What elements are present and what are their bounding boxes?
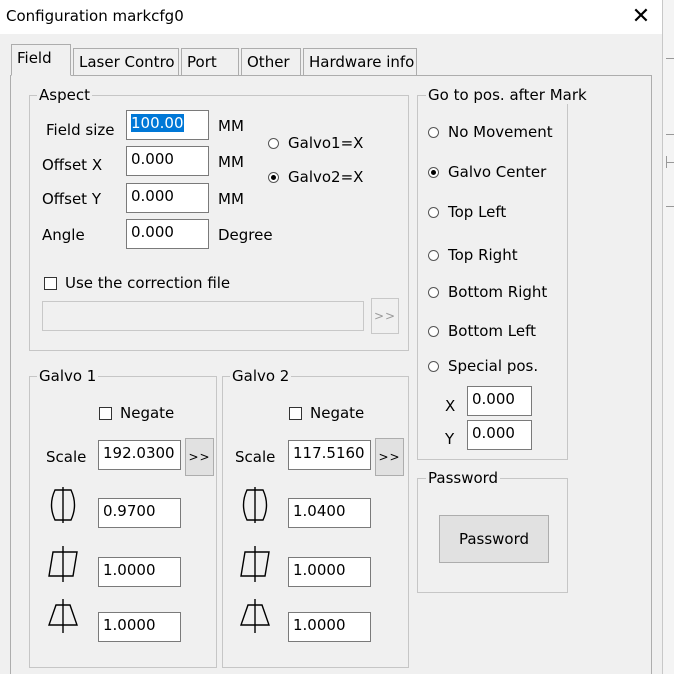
galvo2-negate-label: Negate: [310, 404, 365, 422]
tab-other[interactable]: Other: [241, 48, 301, 76]
galvo1-negate-checkbox[interactable]: [99, 407, 112, 420]
galvo1-trapezoid-x-input[interactable]: 1.0000: [98, 557, 181, 587]
galvo2-trapezoid-y-input[interactable]: 1.0000: [288, 612, 371, 642]
parallelogram-correction-icon: [45, 546, 81, 582]
special-pos-radio[interactable]: [428, 361, 439, 372]
barrel-correction-icon: [237, 487, 273, 523]
special-x-label: X: [445, 397, 456, 415]
bottom-left-label: Bottom Left: [448, 322, 537, 340]
top-right-radio[interactable]: [428, 250, 439, 261]
galvo-center-radio[interactable]: [428, 167, 439, 178]
title-bar: Configuration markcfg0 ✕: [0, 0, 662, 34]
galvo2-x-label: Galvo2=X: [288, 168, 364, 186]
top-left-label: Top Left: [448, 203, 507, 221]
galvo2-x-radio[interactable]: [268, 172, 279, 183]
trapezoid-correction-icon: [45, 599, 81, 635]
galvo1-x-radio[interactable]: [268, 138, 279, 149]
window-title: Configuration markcfg0: [6, 7, 184, 25]
angle-label: Angle: [42, 226, 85, 244]
barrel-correction-icon: [45, 487, 81, 523]
galvo2-group-label: Galvo 2: [230, 367, 292, 385]
correction-file-path-field[interactable]: [42, 301, 364, 331]
field-size-label: Field size: [46, 121, 115, 139]
field-size-unit: MM: [218, 117, 244, 135]
special-y-input[interactable]: 0.000: [467, 420, 532, 450]
tab-hardware-info[interactable]: Hardware info: [303, 48, 417, 76]
bottom-right-radio[interactable]: [428, 287, 439, 298]
angle-input[interactable]: 0.000: [126, 219, 209, 249]
angle-unit: Degree: [218, 226, 273, 244]
galvo1-scale-input[interactable]: 192.0300: [98, 440, 181, 470]
aspect-group-label: Aspect: [37, 86, 92, 104]
offset-x-unit: MM: [218, 153, 244, 171]
password-button[interactable]: Password: [439, 515, 549, 563]
offset-y-input[interactable]: 0.000: [126, 183, 209, 213]
galvo2-scale-label: Scale: [235, 448, 276, 466]
goto-position-group-label: Go to pos. after Mark: [426, 86, 589, 104]
galvo1-x-label: Galvo1=X: [288, 134, 364, 152]
offset-x-input[interactable]: 0.000: [126, 146, 209, 176]
correction-browse-button[interactable]: >>: [371, 298, 399, 334]
parallelogram-correction-icon: [237, 546, 273, 582]
close-button[interactable]: ✕: [624, 2, 658, 32]
field-size-input[interactable]: 100.00: [126, 110, 209, 140]
trapezoid-correction-icon: [237, 599, 273, 635]
tab-port[interactable]: Port: [181, 48, 239, 76]
galvo2-trapezoid-x-input[interactable]: 1.0000: [288, 557, 371, 587]
galvo2-scale-input[interactable]: 117.5160: [288, 440, 371, 470]
tab-field[interactable]: Field: [11, 44, 71, 76]
bottom-left-radio[interactable]: [428, 326, 439, 337]
password-group-label: Password: [426, 469, 501, 487]
top-right-label: Top Right: [448, 246, 518, 264]
no-movement-radio[interactable]: [428, 127, 439, 138]
galvo2-negate-checkbox[interactable]: [289, 407, 302, 420]
galvo1-scale-label: Scale: [46, 448, 87, 466]
top-left-radio[interactable]: [428, 207, 439, 218]
offset-y-label: Offset Y: [42, 190, 101, 208]
special-pos-label: Special pos.: [448, 357, 539, 375]
tab-laser-control[interactable]: Laser Contro: [73, 48, 179, 76]
use-correction-label: Use the correction file: [65, 274, 231, 292]
bottom-right-label: Bottom Right: [448, 283, 548, 301]
use-correction-checkbox[interactable]: [44, 277, 57, 290]
galvo1-negate-label: Negate: [120, 404, 175, 422]
offset-x-label: Offset X: [42, 156, 103, 174]
galvo1-barrel-input[interactable]: 0.9700: [98, 498, 181, 528]
galvo2-barrel-input[interactable]: 1.0400: [288, 498, 371, 528]
galvo1-scale-button[interactable]: >>: [185, 438, 214, 476]
special-y-label: Y: [445, 430, 455, 448]
background-window-edge: [662, 0, 674, 674]
galvo2-scale-button[interactable]: >>: [375, 438, 404, 476]
offset-y-unit: MM: [218, 190, 244, 208]
galvo-center-label: Galvo Center: [448, 163, 547, 181]
no-movement-label: No Movement: [448, 123, 553, 141]
galvo1-trapezoid-y-input[interactable]: 1.0000: [98, 612, 181, 642]
galvo1-group-label: Galvo 1: [37, 367, 99, 385]
special-x-input[interactable]: 0.000: [467, 386, 532, 416]
